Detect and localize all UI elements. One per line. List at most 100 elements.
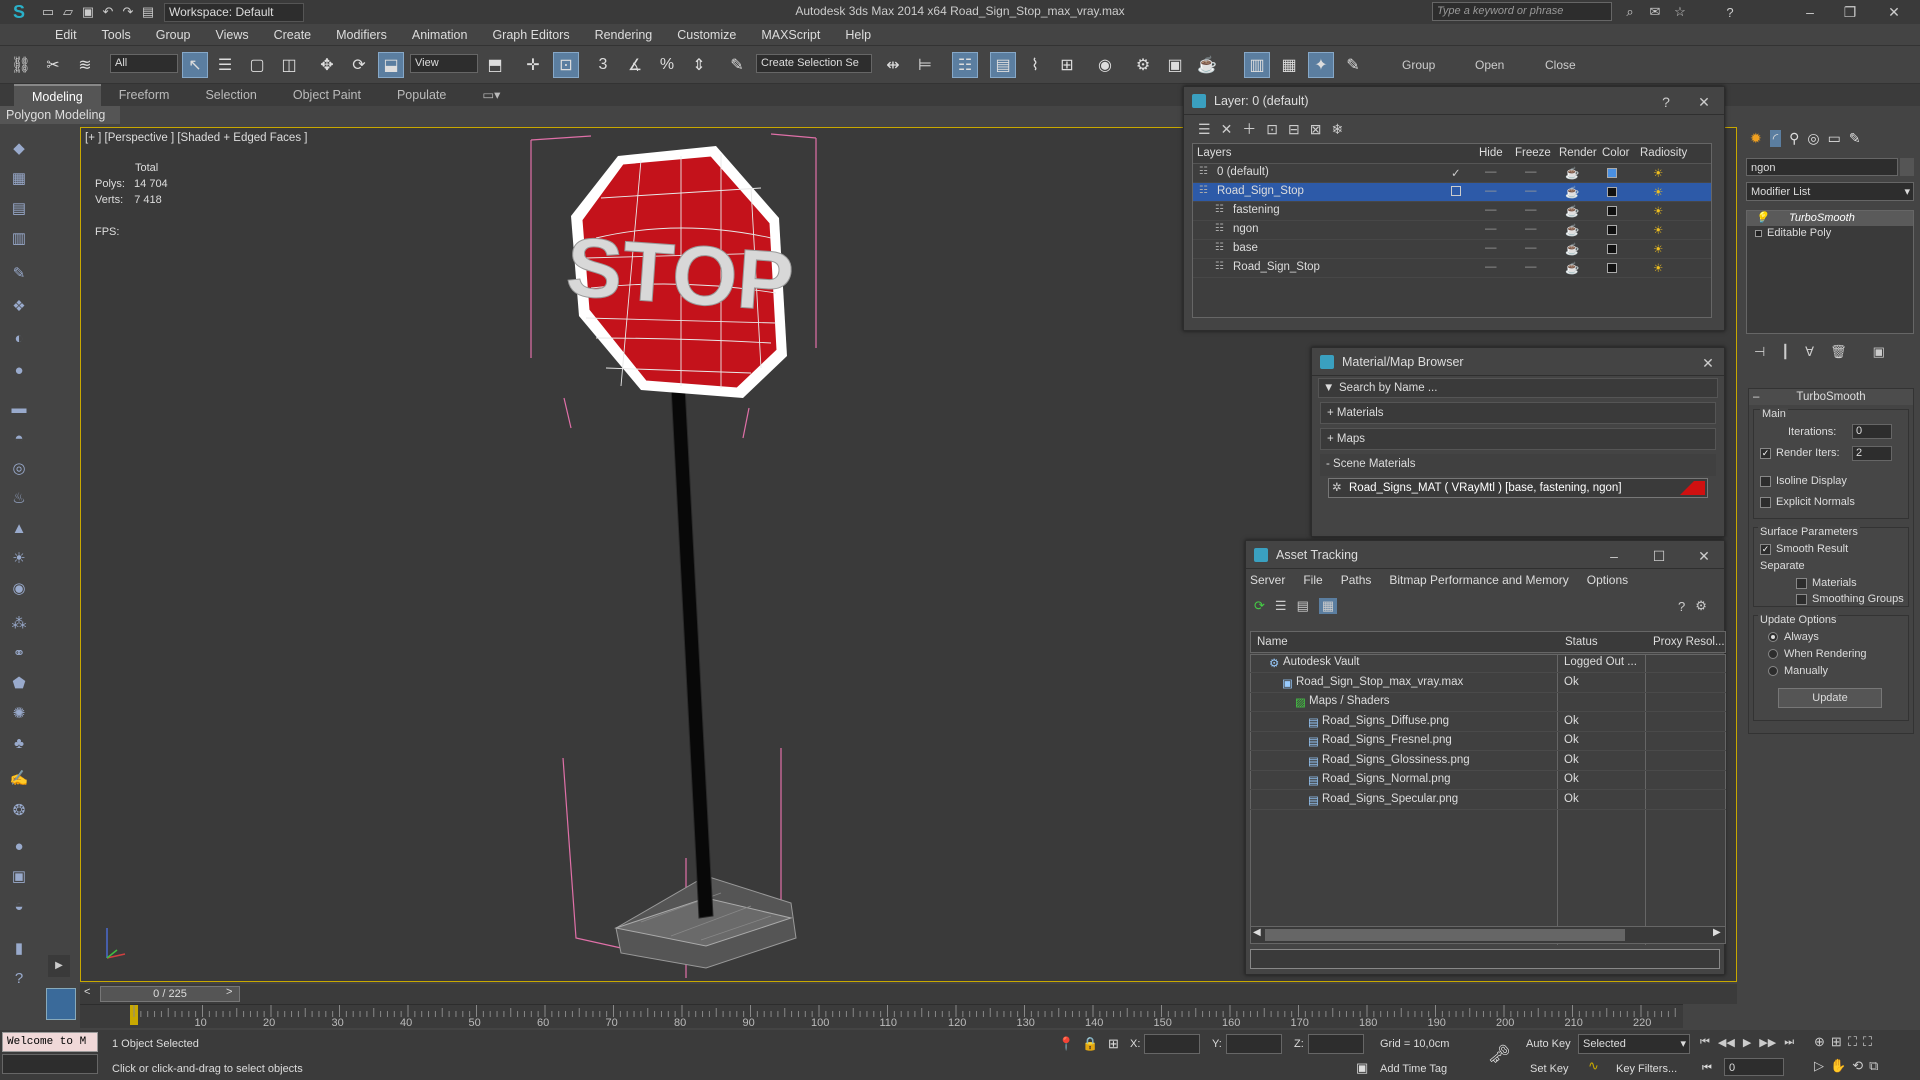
render-toggle-icon[interactable]: ☕ [1565,166,1579,180]
hide-toggle-icon[interactable]: — [1485,204,1497,216]
render-setup-icon[interactable]: ⚙ [1130,52,1156,78]
layer-row[interactable]: ☷ Road_Sign_Stop — — ☕ ☀ [1193,259,1711,278]
z-coord-field[interactable] [1308,1034,1364,1054]
asset-horizontal-scrollbar[interactable]: ◀ ▶ [1250,926,1726,944]
add-to-layer-icon[interactable]: ＋ [1242,119,1256,139]
zoom-icon[interactable]: ⊕ [1814,1034,1825,1050]
shell-icon[interactable]: ❂ [7,798,31,822]
separate-smoothing-groups-checkbox[interactable] [1796,594,1807,605]
scrollbar-thumb[interactable] [1265,929,1625,941]
asset-minimize-button[interactable]: – [1604,547,1624,565]
torus-icon[interactable]: ◎ [7,456,31,480]
header-freeze[interactable]: Freeze [1515,147,1551,159]
render-toggle-icon[interactable]: ☕ [1565,223,1579,237]
orbit-icon[interactable]: ⟲ [1852,1058,1863,1074]
pivot-center-icon[interactable]: ⬒ [482,52,508,78]
isolate-pin-icon[interactable]: 📍 [1058,1036,1074,1052]
spinner-snap-icon[interactable]: ⇕ [686,52,712,78]
goto-end-icon[interactable]: ⏭ [1784,1036,1794,1049]
asset-name[interactable]: Road_Sign_Stop_max_vray.max [1296,676,1463,688]
key-icon[interactable]: 🗝 [1488,1044,1511,1065]
open-file-icon[interactable]: ▱ [58,2,78,22]
bind-space-warp-icon[interactable]: ≋ [72,52,98,78]
layer-name[interactable]: base [1233,242,1258,254]
layer-row[interactable]: ☷ base — — ☕ ☀ [1193,240,1711,259]
materials-section[interactable]: + Materials [1320,402,1716,424]
play-icon[interactable]: ▶ [1743,1036,1751,1049]
pan-icon[interactable]: ✋ [1830,1058,1846,1074]
set-key-button[interactable]: Set Key [1530,1063,1569,1075]
select-in-layer-icon[interactable]: ⊡ [1266,121,1278,138]
asset-row[interactable]: ▨ Maps / Shaders [1250,693,1726,712]
menu-graph-editors[interactable]: Graph Editors [492,28,569,42]
rect-selection-icon[interactable]: ▢ [244,52,270,78]
snap-3d-icon[interactable]: 3 [590,52,616,78]
workspace-dropdown[interactable]: Workspace: Default [164,2,304,22]
render-toggle-icon[interactable]: ☕ [1565,185,1579,199]
group-button[interactable]: Group [1402,58,1435,72]
freeze-toggle-icon[interactable]: — [1525,204,1537,216]
layer-row[interactable]: ☷ fastening — — ☕ ☀ [1193,202,1711,221]
menu-customize[interactable]: Customize [677,28,736,42]
geosphere-icon[interactable]: ◉ [7,576,31,600]
key-filter-curve-icon[interactable]: ∿ [1588,1058,1599,1074]
layer-row[interactable]: ☷ 0 (default) ✓ — — ☕ ☀ [1193,164,1711,183]
maxscript-output[interactable] [2,1054,98,1074]
ribbon-options-icon[interactable]: ▭▾ [464,84,518,106]
create-lights-icon[interactable]: ▤ [7,196,31,220]
always-radio[interactable] [1768,632,1778,642]
layer-name[interactable]: ngon [1233,223,1259,235]
header-status[interactable]: Status [1565,636,1598,648]
render-toggle-icon[interactable]: ☕ [1565,261,1579,275]
particle-icon[interactable]: ⁂ [7,611,31,635]
time-tag-icon[interactable]: ▣ [1356,1060,1368,1076]
auto-key-button[interactable]: Auto Key [1526,1038,1571,1050]
menu-rendering[interactable]: Rendering [595,28,653,42]
hide-toggle-icon[interactable]: — [1485,223,1497,235]
globe-icon[interactable]: ✺ [7,701,31,725]
move-icon[interactable]: ✥ [314,52,340,78]
curve-editor-icon[interactable]: ⌇ [1022,52,1048,78]
reference-coordinate-dropdown[interactable]: View [410,54,478,73]
chain-icon[interactable]: ⚭ [7,641,31,665]
asset-menu-paths[interactable]: Paths [1341,573,1372,587]
update-button[interactable]: Update [1778,688,1882,708]
hide-toggle-icon[interactable]: — [1485,185,1497,197]
radiosity-toggle-icon[interactable]: ☀ [1653,261,1663,275]
prev-frame-icon[interactable]: < [84,986,90,998]
freeze-all-layers-icon[interactable]: ❄ [1332,121,1344,138]
menu-group[interactable]: Group [156,28,191,42]
selection-filter-dropdown[interactable]: All [110,54,178,73]
highlight-layer-icon[interactable]: ⊟ [1288,121,1300,138]
menu-views[interactable]: Views [215,28,248,42]
material-browser-close-button[interactable]: ✕ [1698,354,1718,372]
asset-row[interactable]: ▤ Road_Signs_Diffuse.png Ok [1250,713,1726,732]
freeze-toggle-icon[interactable]: — [1525,185,1537,197]
layer-row[interactable]: ☷ ngon — — ☕ ☀ [1193,221,1711,240]
vray-render-icon[interactable]: ✦ [1308,52,1334,78]
maximize-viewport-icon[interactable]: ⧉ [1869,1058,1878,1074]
asset-name[interactable]: Road_Signs_Glossiness.png [1322,754,1470,766]
manually-radio[interactable] [1768,666,1778,676]
asset-menu-bitmap-performance[interactable]: Bitmap Performance and Memory [1389,573,1568,587]
select-object-icon[interactable]: ↖ [182,52,208,78]
when-rendering-radio[interactable] [1768,649,1778,659]
vray-light-icon[interactable]: ✎ [1340,52,1366,78]
header-hide[interactable]: Hide [1479,147,1503,159]
asset-name[interactable]: Road_Signs_Fresnel.png [1322,734,1452,746]
communication-icon[interactable]: ✉ [1645,2,1665,22]
new-file-icon[interactable]: ▭ [38,2,58,22]
material-search-input[interactable]: ▼ Search by Name ... [1318,378,1718,398]
utilities-tab-icon[interactable]: ✎ [1849,130,1861,147]
turbosmooth-rollout-header[interactable]: – TurboSmooth [1749,389,1913,405]
freeze-toggle-icon[interactable]: — [1525,261,1537,273]
asset-menu-server[interactable]: Server [1250,573,1285,587]
radiosity-toggle-icon[interactable]: ☀ [1653,166,1663,180]
field-of-view-icon[interactable]: ▷ [1814,1058,1824,1074]
track-bar-ruler[interactable]: 10 20 30 40 50 60 70 80 90 100 110 120 130 140 150 160 1… [80,1004,1683,1029]
maximize-button[interactable]: ❐ [1830,0,1870,24]
rotate-icon[interactable]: ⟳ [346,52,372,78]
add-time-tag[interactable]: Add Time Tag [1380,1063,1447,1075]
cone-icon[interactable]: ▲ [7,516,31,540]
layer-color-swatch[interactable] [1607,168,1617,178]
